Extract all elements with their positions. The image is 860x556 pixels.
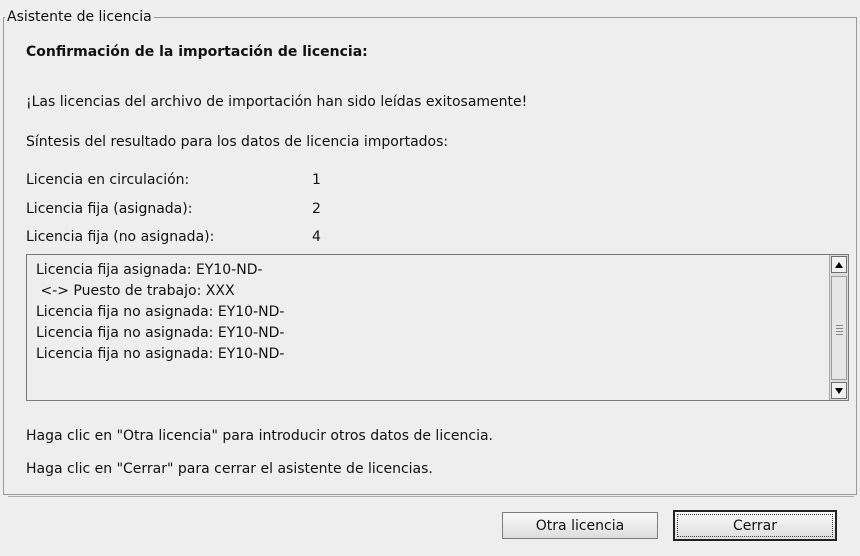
scroll-up-button[interactable] (831, 256, 847, 273)
grip-icon (836, 325, 843, 337)
stat-value-circulation: 1 (312, 172, 321, 188)
scroll-down-button[interactable] (831, 382, 847, 399)
close-button[interactable]: Cerrar (673, 510, 837, 541)
scrollbar-thumb[interactable] (831, 276, 847, 380)
summary-intro: Síntesis del resultado para los datos de… (26, 134, 449, 150)
list-item: <-> Puesto de trabajo: XXX (36, 283, 235, 299)
vertical-scrollbar[interactable] (829, 255, 848, 400)
hint-close: Haga clic en "Cerrar" para cerrar el asi… (26, 461, 433, 477)
other-license-button[interactable]: Otra licencia (502, 512, 658, 539)
list-item: Licencia fija no asignada: EY10-ND- (36, 325, 285, 341)
hint-other-license: Haga clic en "Otra licencia" para introd… (26, 428, 494, 444)
license-details-list[interactable]: Licencia fija asignada: EY10-ND- <-> Pue… (26, 254, 849, 401)
success-message: ¡Las licencias del archivo de importació… (26, 94, 528, 110)
arrow-down-icon (835, 387, 843, 394)
list-item: Licencia fija asignada: EY10-ND- (36, 262, 263, 278)
list-item: Licencia fija no asignada: EY10-ND- (36, 346, 285, 362)
stat-value-fixed-unassigned: 4 (312, 229, 321, 245)
arrow-up-icon (835, 261, 843, 268)
wizard-title: Asistente de licencia (5, 8, 154, 26)
stat-value-fixed-assigned: 2 (312, 201, 321, 217)
stat-label-circulation: Licencia en circulación: (26, 172, 190, 188)
close-button-label: Cerrar (677, 514, 833, 537)
divider (8, 496, 854, 497)
confirmation-heading: Confirmación de la importación de licenc… (26, 44, 368, 60)
stat-label-fixed-unassigned: Licencia fija (no asignada): (26, 229, 215, 245)
list-item: Licencia fija no asignada: EY10-ND- (36, 304, 285, 320)
stat-label-fixed-assigned: Licencia fija (asignada): (26, 201, 193, 217)
